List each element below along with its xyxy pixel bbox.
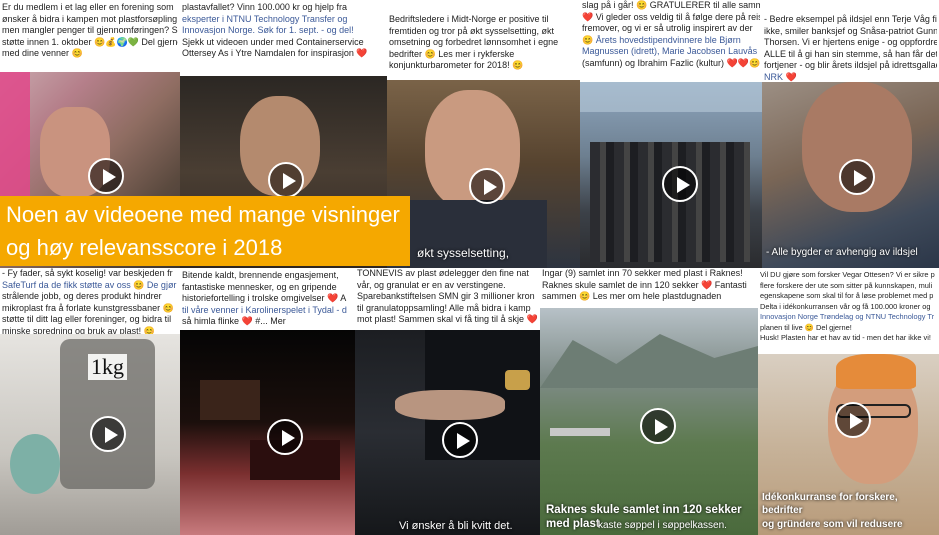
play-button[interactable] — [662, 166, 698, 202]
video-tile-6[interactable]: - Fy fader, så sykt koselig! var beskjed… — [0, 268, 180, 535]
post-caption: TONNEVIS av plast ødelegger den fine nat… — [357, 268, 538, 324]
play-button[interactable] — [640, 408, 676, 444]
post-caption: Ingar (9) samlet inn 70 sekker med plast… — [542, 268, 747, 301]
video-subtitle: - Alle bygder er avhengig av ildsjel — [766, 247, 918, 258]
video-subtitle: Raknes skule samlet inn 120 sekker — [546, 504, 742, 516]
play-button[interactable] — [839, 159, 875, 195]
video-subtitle: økt sysselsetting, — [417, 246, 510, 260]
video-thumbnail: Vi ønsker å bli kvitt det. — [355, 330, 540, 535]
play-button[interactable] — [90, 416, 126, 452]
video-tile-4[interactable]: slag på i går! 😊 GRATULERER til alle sam… — [580, 0, 762, 268]
video-thumbnail: Idékonkurranse for forskere, bedrifter o… — [758, 354, 939, 535]
video-thumbnail: økt sysselsetting, — [387, 80, 580, 268]
post-caption: plastavfallet? Vinn 100.000 kr og hjelp … — [182, 2, 368, 58]
headline-banner: Noen av videoene med mange visninger og … — [0, 196, 410, 266]
post-caption: slag på i går! 😊 GRATULERER til alle sam… — [582, 0, 760, 68]
video-thumbnail — [180, 330, 355, 535]
post-caption: Er du medlem i et lag eller en forening … — [2, 2, 178, 58]
video-thumbnail — [580, 82, 762, 268]
video-subtitle: og gründere som vil redusere — [762, 519, 903, 530]
post-caption: Bedriftsledere i Midt-Norge er positive … — [389, 14, 559, 70]
video-tile-8[interactable]: TONNEVIS av plast ødelegger den fine nat… — [355, 268, 540, 535]
video-subtitle: Vi ønsker å bli kvitt det. — [399, 520, 513, 532]
video-tile-10[interactable]: Vil DU gjøre som forsker Vegar Ottesen? … — [758, 268, 939, 535]
video-thumbnail: 1kg — [0, 334, 180, 535]
play-button[interactable] — [268, 162, 304, 198]
weight-label: 1kg — [88, 354, 127, 380]
video-subtitle: Idékonkurranse for forskere, bedrifter — [762, 492, 898, 516]
post-caption: Vil DU gjøre som forsker Vegar Ottesen? … — [760, 270, 935, 342]
post-caption: - Fy fader, så sykt koselig! var beskjed… — [2, 268, 177, 336]
banner-line-1: Noen av videoene med mange visninger — [6, 202, 400, 227]
video-thumbnail: - Alle bygder er avhengig av ildsjel — [762, 82, 939, 268]
video-tile-7[interactable]: Bitende kaldt, brennende engasjement, fan… — [180, 268, 355, 535]
post-caption: - Bedre eksempel på ildsjel enn Terje Vå… — [764, 14, 937, 82]
video-thumbnail: Raknes skule samlet inn 120 sekker med p… — [540, 308, 758, 535]
video-tile-5[interactable]: - Bedre eksempel på ildsjel enn Terje Vå… — [762, 0, 939, 268]
play-button[interactable] — [88, 158, 124, 194]
video-subtitle: med plast — [546, 518, 600, 530]
post-caption: Bitende kaldt, brennende engasjement, fan… — [182, 270, 347, 326]
play-button[interactable] — [442, 422, 478, 458]
video-tile-3[interactable]: Bedriftsledere i Midt-Norge er positive … — [387, 0, 580, 268]
video-subtitle: kaste søppel i søppelkassen. — [598, 520, 727, 531]
play-button[interactable] — [835, 402, 871, 438]
play-button[interactable] — [469, 168, 505, 204]
play-button[interactable] — [267, 419, 303, 455]
banner-line-2: og høy relevansscore i 2018 — [6, 235, 283, 260]
video-tile-9[interactable]: Ingar (9) samlet inn 70 sekker med plast… — [540, 268, 758, 535]
